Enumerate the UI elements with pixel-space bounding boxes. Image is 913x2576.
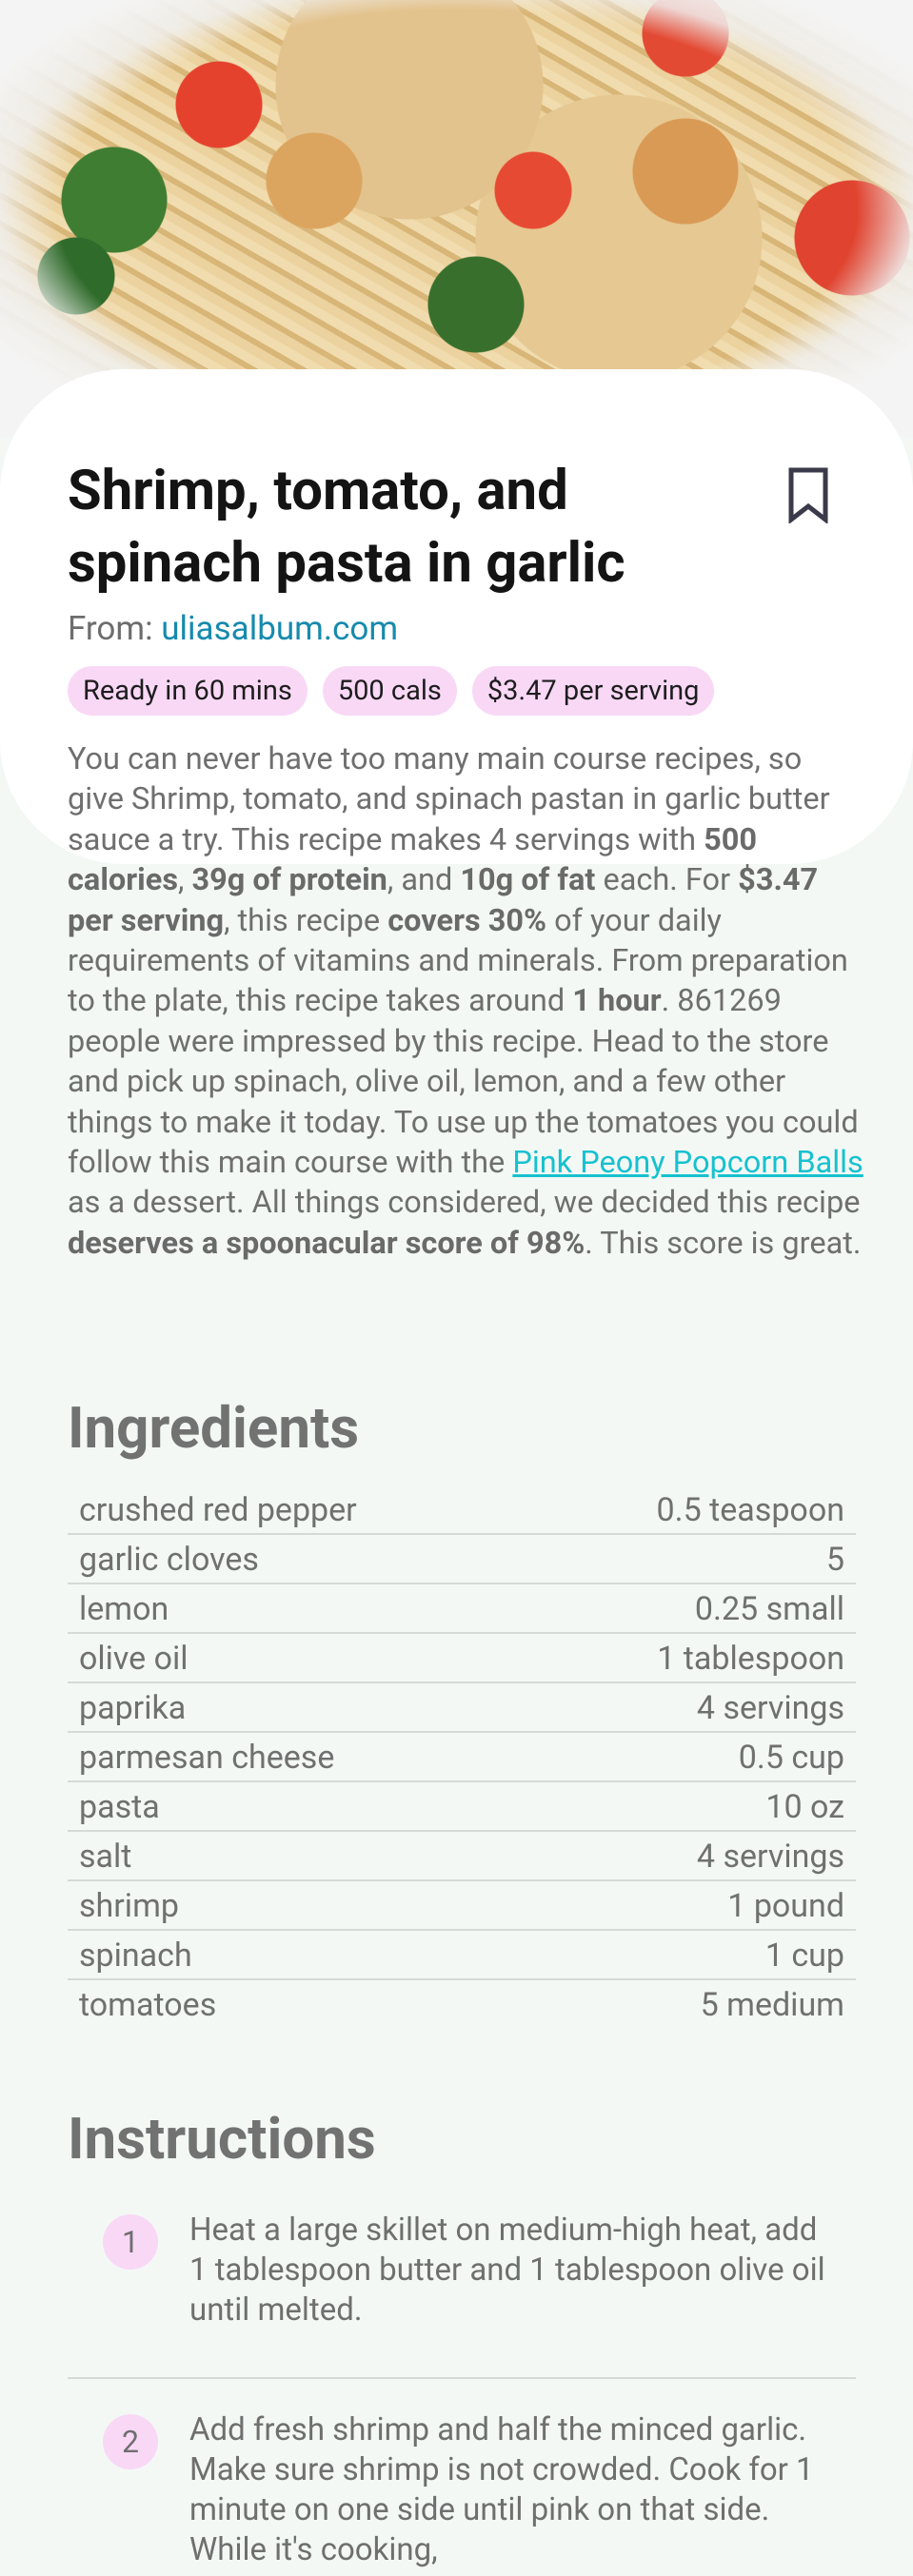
ingredient-row: crushed red pepper 0.5 teaspoon [68,1485,856,1535]
step-text: Add fresh shrimp and half the minced gar… [189,2411,814,2568]
ingredient-amount: 4 servings [696,1689,844,1727]
step-divider [68,2377,856,2379]
ingredient-amount: 0.5 cup [738,1739,844,1777]
ingredient-name: paprika [79,1689,187,1727]
bookmark-icon[interactable] [785,466,831,523]
source-prefix: From: [68,609,162,648]
ingredient-row: olive oil 1 tablespoon [68,1634,856,1683]
ingredient-name: tomatoes [79,1986,217,2024]
ingredients-table: crushed red pepper 0.5 teaspoon garlic cl… [68,1485,856,2030]
related-recipe-link[interactable]: Pink Peony Popcorn Balls [512,1144,863,1180]
recipe-title: Shrimp, tomato, and spinach pasta in gar… [68,459,625,596]
ingredient-row: paprika 4 servings [68,1683,856,1733]
recipe-badges: Ready in 60 mins 500 cals $3.47 per serv… [68,666,715,716]
recipe-summary: You can never have too many main course … [68,740,863,1261]
recipe-source: From: uliasalbum.com [68,609,398,648]
ingredient-row: pasta 10 oz [68,1782,856,1832]
ingredient-name: parmesan cheese [79,1739,335,1777]
ingredients-heading: Ingredients [68,1394,360,1462]
price-badge: $3.47 per serving [471,666,715,716]
step-text: Heat a large skillet on medium-high heat… [189,2212,825,2329]
step-number-badge: 2 [103,2414,158,2469]
ingredient-amount: 4 servings [696,1838,844,1876]
ingredient-name: shrimp [79,1887,179,1925]
ingredient-row: shrimp 1 pound [68,1881,856,1931]
ingredient-amount: 5 medium [700,1986,844,2024]
ingredient-name: lemon [79,1590,169,1628]
calories-badge: 500 cals [322,666,457,716]
ingredient-amount: 0.25 small [694,1590,844,1628]
ingredient-amount: 1 cup [764,1937,844,1975]
ingredient-name: spinach [79,1937,192,1975]
ready-time-badge: Ready in 60 mins [68,666,308,716]
ingredient-name: crushed red pepper [79,1491,357,1529]
ingredient-row: salt 4 servings [68,1832,856,1881]
ingredient-row: tomatoes 5 medium [68,1980,856,2030]
ingredient-name: salt [79,1838,132,1876]
ingredient-row: parmesan cheese 0.5 cup [68,1733,856,1782]
ingredient-row: spinach 1 cup [68,1931,856,1980]
ingredient-name: olive oil [79,1640,189,1678]
ingredient-amount: 0.5 teaspoon [656,1491,844,1529]
ingredient-amount: 10 oz [765,1788,844,1826]
ingredient-row: garlic cloves 5 [68,1535,856,1584]
ingredient-name: pasta [79,1788,160,1826]
ingredient-row: lemon 0.25 small [68,1584,856,1634]
ingredient-amount: 5 [825,1541,844,1579]
ingredient-name: garlic cloves [79,1541,259,1579]
source-link[interactable]: uliasalbum.com [161,609,398,648]
ingredient-amount: 1 tablespoon [657,1640,844,1678]
step-number-badge: 1 [103,2214,158,2270]
instructions-heading: Instructions [68,2105,376,2173]
ingredient-amount: 1 pound [727,1887,844,1925]
